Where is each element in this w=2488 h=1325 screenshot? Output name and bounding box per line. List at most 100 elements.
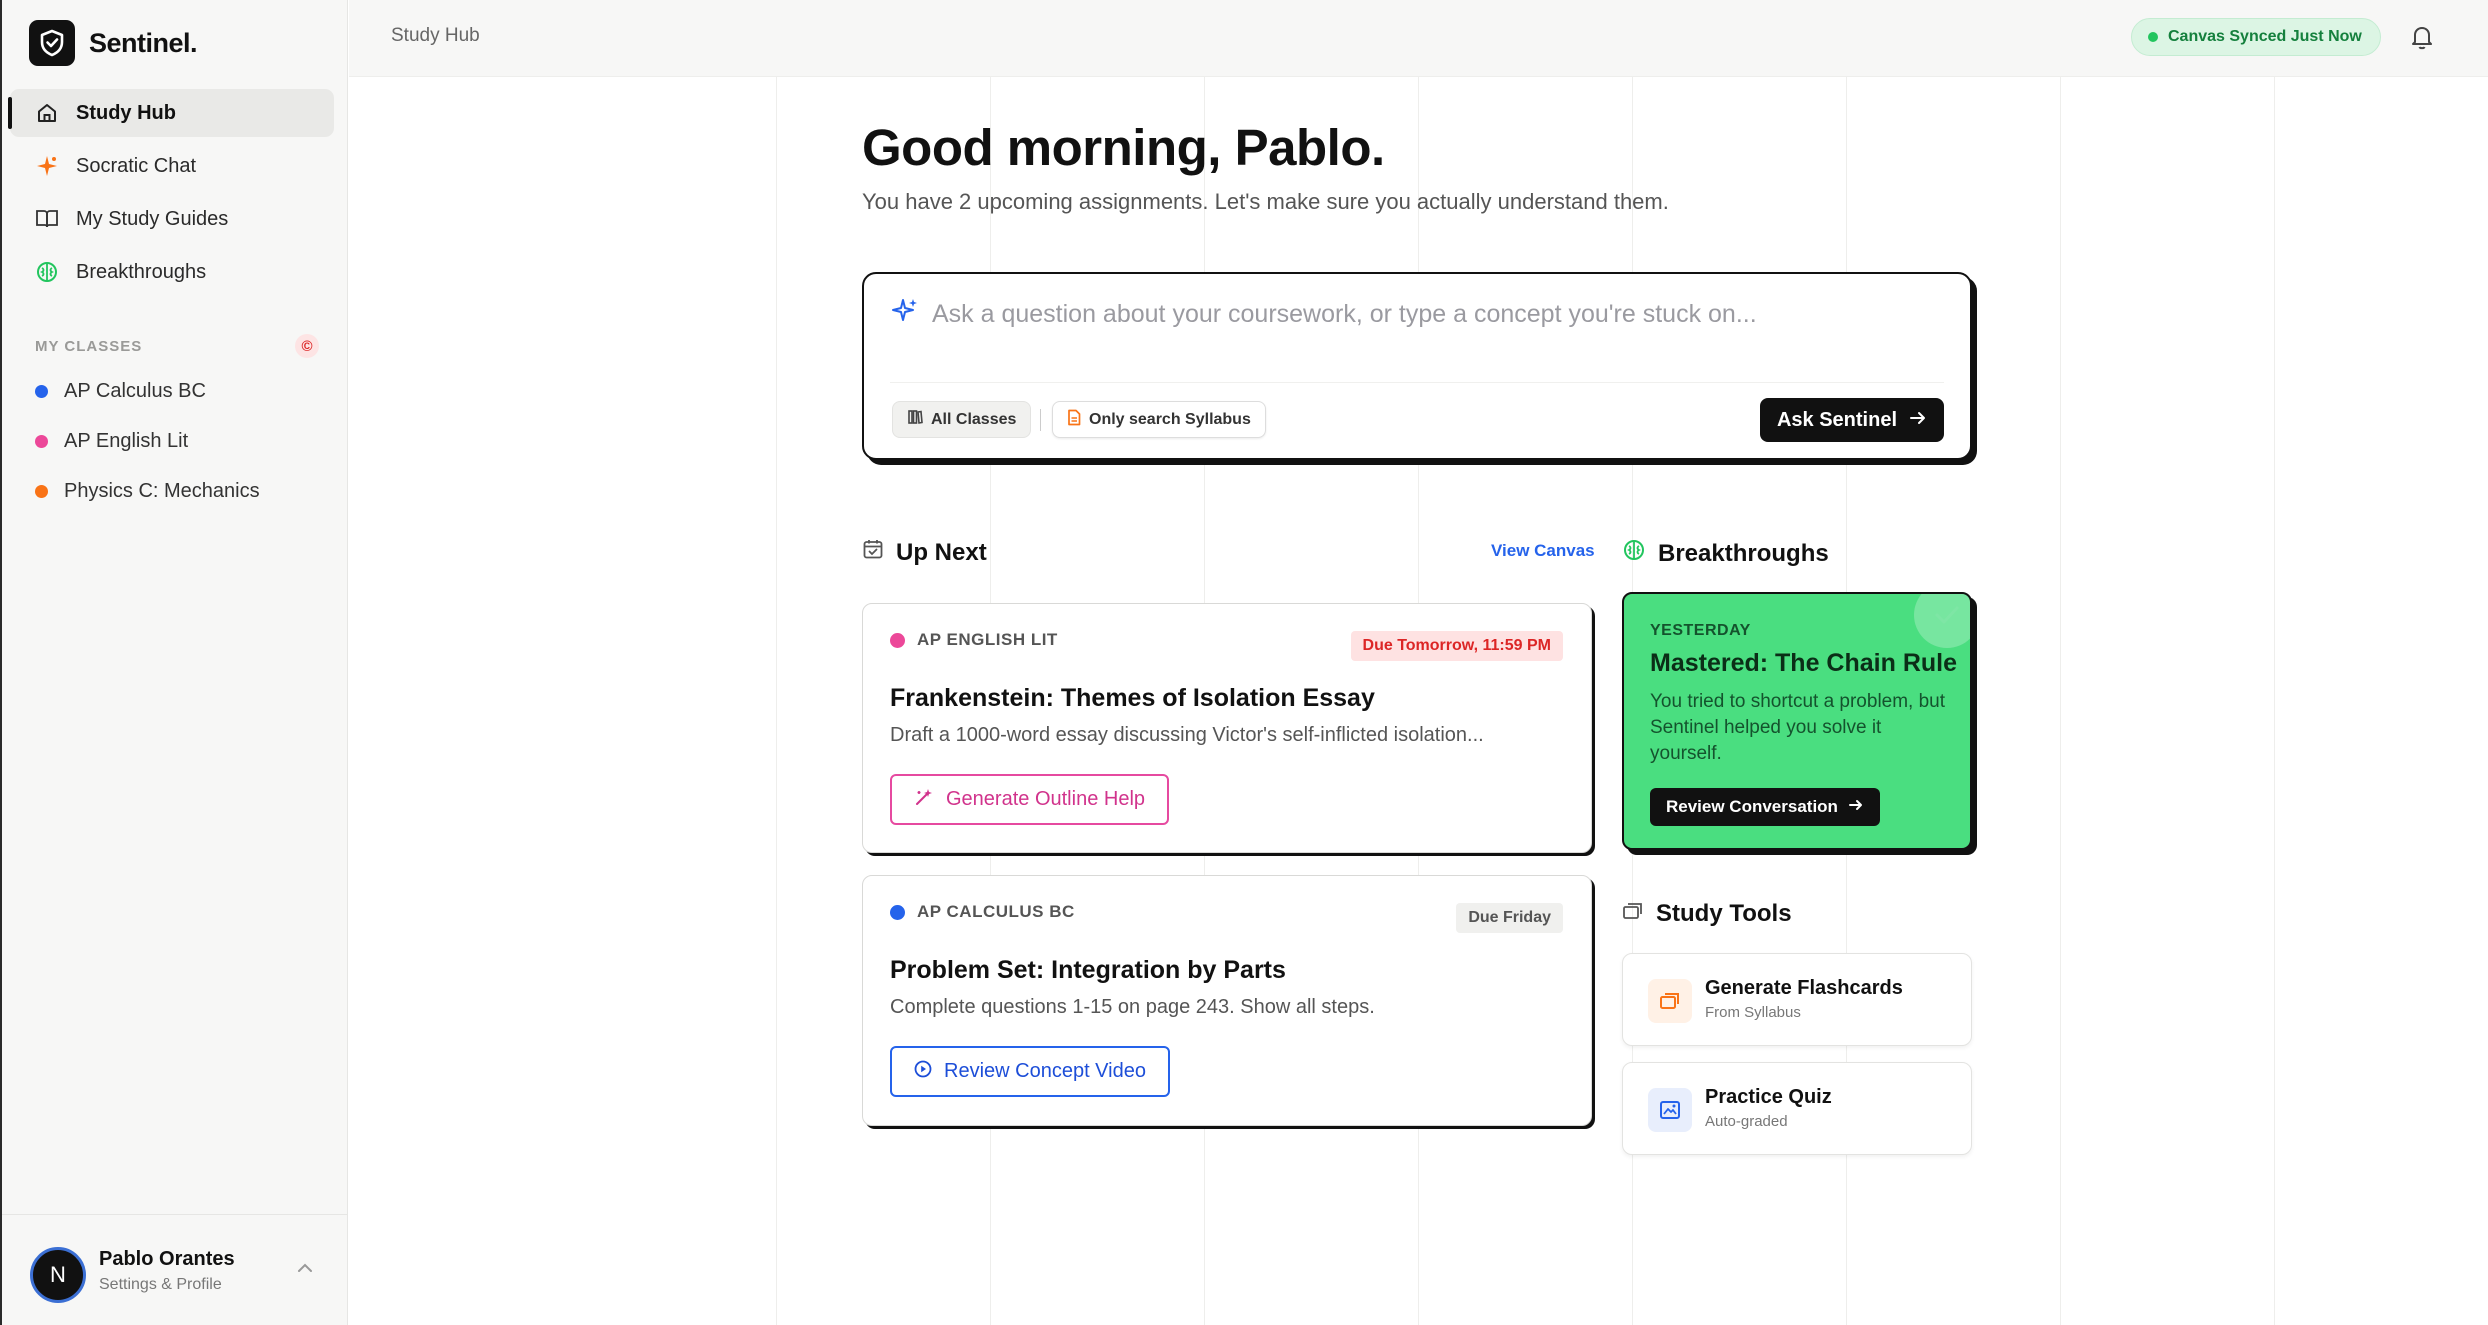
greeting-subtitle: You have 2 upcoming assignments. Let's m…	[862, 189, 1669, 214]
breadcrumb: Study Hub	[391, 25, 480, 46]
review-concept-video-button[interactable]: Review Concept Video	[890, 1046, 1170, 1097]
button-label: Review Conversation	[1666, 797, 1838, 816]
brain-icon	[1622, 538, 1646, 569]
sidebar-item-label: Study Hub	[76, 101, 176, 124]
breakthrough-date: YESTERDAY	[1650, 622, 1751, 639]
stack-icon	[1622, 900, 1644, 928]
button-label: Generate Outline Help	[946, 788, 1146, 810]
profile-menu[interactable]: N Pablo Orantes Settings & Profile	[2, 1214, 348, 1325]
arrow-right-icon	[1848, 797, 1864, 817]
sidebar-item-label: Breakthroughs	[76, 260, 207, 283]
assignment-card[interactable]: AP ENGLISH LIT Due Tomorrow, 11:59 PM Fr…	[862, 603, 1592, 853]
grid-line	[2274, 77, 2275, 1325]
class-color-dot	[890, 904, 905, 920]
tool-title: Practice Quiz	[1705, 1086, 1832, 1108]
divider	[890, 382, 1944, 383]
assignment-description: Complete questions 1-15 on page 243. Sho…	[890, 996, 1375, 1018]
study-tools-header: Study Tools	[1622, 900, 1792, 928]
button-label: Ask Sentinel	[1776, 408, 1898, 431]
home-icon	[34, 100, 60, 126]
profile-name: Pablo Orantes	[99, 1248, 235, 1270]
checkmark-icon	[1914, 594, 1970, 648]
class-item-ap-english[interactable]: AP English Lit	[35, 416, 260, 466]
app-name: Sentinel.	[89, 27, 198, 58]
sidebar-nav: Study Hub Socratic Chat My Study Guides …	[8, 89, 334, 301]
breakthroughs-title: Breakthroughs	[1658, 539, 1829, 567]
divider	[1040, 409, 1041, 431]
sidebar-item-study-guides[interactable]: My Study Guides	[10, 195, 334, 243]
up-next-title: Up Next	[896, 538, 987, 566]
breakthrough-card: YESTERDAY Mastered: The Chain Rule You t…	[1622, 592, 1972, 850]
assignment-class: AP ENGLISH LIT	[890, 630, 1058, 650]
arrow-right-icon	[1909, 409, 1927, 432]
assignment-card[interactable]: AP CALCULUS BC Due Friday Problem Set: I…	[862, 875, 1592, 1126]
chevron-up-icon[interactable]	[296, 1261, 314, 1279]
breakthrough-description: You tried to shortcut a problem, but Sen…	[1650, 691, 1946, 764]
sidebar-item-study-hub[interactable]: Study Hub	[8, 89, 334, 137]
my-classes-header: MY CLASSES ©	[35, 334, 319, 358]
ask-panel: All Classes Only search Syllabus Ask Sen…	[862, 272, 1972, 460]
class-item-physics[interactable]: Physics C: Mechanics	[35, 466, 260, 516]
grid-line	[2060, 77, 2061, 1325]
filter-syllabus-only[interactable]: Only search Syllabus	[1052, 401, 1266, 438]
grid-line	[776, 77, 777, 1325]
assignment-description: Draft a 1000-word essay discussing Victo…	[890, 724, 1484, 746]
ask-sentinel-button[interactable]: Ask Sentinel	[1760, 398, 1944, 442]
sidebar-item-label: Socratic Chat	[76, 154, 197, 177]
sidebar-item-socratic-chat[interactable]: Socratic Chat	[10, 142, 334, 190]
book-icon	[34, 206, 60, 232]
class-color-dot	[890, 632, 905, 648]
brain-icon	[34, 259, 60, 285]
canvas-badge-icon[interactable]: ©	[295, 334, 319, 358]
tool-generate-flashcards[interactable]: Generate Flashcards From Syllabus	[1622, 953, 1972, 1046]
tool-practice-quiz[interactable]: Practice Quiz Auto-graded	[1622, 1062, 1972, 1155]
play-icon	[914, 1060, 932, 1084]
calendar-icon	[862, 538, 884, 567]
avatar: N	[30, 1247, 86, 1303]
up-next-header: Up Next	[862, 538, 987, 567]
class-color-dot	[35, 384, 48, 398]
class-name: Physics C: Mechanics	[64, 479, 260, 502]
ask-input[interactable]	[932, 294, 1932, 334]
app-logo[interactable]: Sentinel.	[29, 20, 198, 66]
assignment-title: Problem Set: Integration by Parts	[890, 956, 1286, 984]
breakthroughs-header: Breakthroughs	[1622, 538, 1829, 569]
review-conversation-button[interactable]: Review Conversation	[1650, 788, 1880, 826]
study-tools-title: Study Tools	[1656, 900, 1792, 927]
sidebar-item-label: My Study Guides	[76, 207, 229, 230]
breakthrough-title: Mastered: The Chain Rule	[1650, 649, 1957, 677]
bell-icon[interactable]	[2409, 23, 2435, 56]
class-name: AP English Lit	[64, 429, 189, 452]
profile-subtitle: Settings & Profile	[99, 1276, 222, 1293]
assignment-title: Frankenstein: Themes of Isolation Essay	[890, 684, 1375, 712]
sparkle-icon	[890, 296, 920, 331]
class-color-dot	[35, 434, 48, 448]
button-label: Review Concept Video	[944, 1060, 1146, 1082]
filter-label: All Classes	[931, 410, 1017, 428]
sync-status-text: Canvas Synced Just Now	[2168, 28, 2362, 45]
sidebar-item-breakthroughs[interactable]: Breakthroughs	[10, 248, 334, 296]
tool-title: Generate Flashcards	[1705, 977, 1903, 999]
sync-status-dot	[2148, 32, 2158, 42]
assignment-class-label: AP CALCULUS BC	[917, 902, 1075, 921]
tool-subtitle: Auto-graded	[1705, 1113, 1788, 1130]
generate-outline-help-button[interactable]: Generate Outline Help	[890, 774, 1170, 825]
shield-logo-icon	[29, 20, 75, 66]
my-classes-title: MY CLASSES	[35, 337, 143, 355]
greeting-title: Good morning, Pablo.	[862, 119, 1385, 176]
flashcards-icon	[1648, 979, 1692, 1023]
class-name: AP Calculus BC	[64, 379, 206, 402]
class-color-dot	[35, 484, 48, 498]
quiz-icon	[1648, 1088, 1692, 1132]
library-icon	[907, 409, 923, 430]
due-date-badge: Due Tomorrow, 11:59 PM	[1350, 631, 1563, 661]
sparkle-chat-icon	[34, 153, 60, 179]
filter-all-classes[interactable]: All Classes	[892, 401, 1032, 438]
document-icon	[1067, 409, 1081, 431]
view-canvas-link[interactable]: View Canvas	[1491, 541, 1595, 561]
sidebar: Sentinel. Study Hub Socratic Chat My Stu…	[0, 0, 348, 1325]
filter-label: Only search Syllabus	[1089, 410, 1251, 428]
class-item-ap-calculus[interactable]: AP Calculus BC	[35, 366, 260, 416]
assignment-class: AP CALCULUS BC	[890, 902, 1075, 922]
class-list: AP Calculus BC AP English Lit Physics C:…	[35, 366, 260, 516]
